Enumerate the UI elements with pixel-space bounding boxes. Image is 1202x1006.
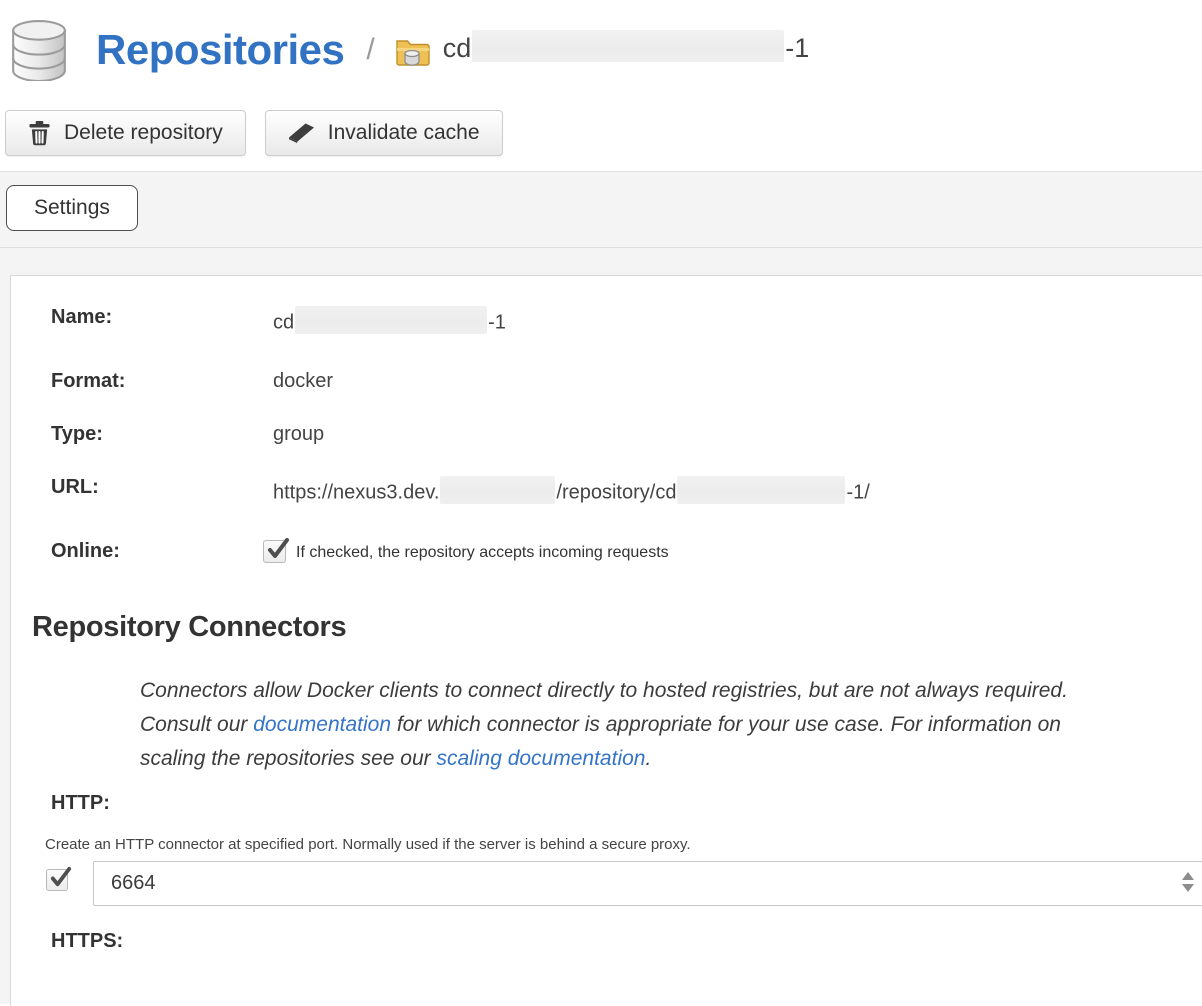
delete-repository-label: Delete repository: [64, 121, 223, 145]
http-label: HTTP:: [51, 792, 1202, 815]
spinner-up-icon[interactable]: [1182, 872, 1194, 880]
repo-toolbar: Delete repository Invalidate cache: [0, 110, 1202, 156]
tab-bar: Settings: [0, 171, 1202, 248]
field-row-format: Format: docker: [51, 370, 1202, 393]
page-title: Repositories: [96, 26, 344, 74]
database-icon: [10, 19, 68, 81]
redacted-text: [472, 30, 784, 62]
delete-repository-button[interactable]: Delete repository: [5, 110, 246, 156]
intro-text-3: .: [645, 747, 651, 770]
checkmark-icon: [265, 536, 291, 562]
field-row-type: Type: group: [51, 423, 1202, 446]
field-row-name: Name: cd -1: [51, 306, 1202, 340]
http-help-text: Create an HTTP connector at specified po…: [45, 836, 1202, 853]
field-row-online: Online: If checked, the repository accep…: [51, 540, 1202, 563]
checkmark-icon: [48, 865, 73, 890]
redacted-text: [677, 476, 845, 504]
spinner-down-icon[interactable]: [1182, 884, 1194, 892]
field-row-url: URL: https://nexus3.dev. /repository/cd -1…: [51, 476, 1202, 510]
online-label: Online:: [51, 540, 273, 563]
invalidate-cache-button[interactable]: Invalidate cache: [265, 110, 503, 156]
url-part-2: /repository/cd: [556, 481, 676, 503]
invalidate-cache-label: Invalidate cache: [328, 121, 480, 145]
number-spinner[interactable]: [1182, 872, 1194, 892]
name-value-suffix: -1: [488, 311, 506, 333]
redacted-text: [440, 476, 555, 504]
url-label: URL:: [51, 476, 273, 499]
breadcrumb-separator: /: [366, 33, 374, 67]
url-part-3: -1/: [846, 481, 869, 503]
https-label: HTTPS:: [51, 930, 1202, 953]
redacted-text: [295, 306, 487, 334]
tab-settings[interactable]: Settings: [6, 185, 138, 231]
type-label: Type:: [51, 423, 273, 446]
eraser-icon: [288, 122, 315, 144]
page-header: Repositories / cd -1: [0, 0, 1202, 86]
trash-icon: [28, 120, 51, 146]
type-value: group: [273, 423, 324, 446]
content-area: Name: cd -1 Format: docker Type: group UR…: [0, 248, 1202, 1004]
format-label: Format:: [51, 370, 273, 393]
name-value-prefix: cd: [273, 311, 294, 333]
scaling-documentation-link[interactable]: scaling documentation: [437, 747, 646, 770]
connectors-intro: Connectors allow Docker clients to conne…: [140, 674, 1108, 776]
documentation-link[interactable]: documentation: [253, 713, 391, 736]
repository-folder-icon: [395, 36, 431, 68]
name-label: Name:: [51, 306, 273, 329]
online-help-text: If checked, the repository accepts incom…: [296, 540, 669, 562]
online-checkbox[interactable]: [263, 540, 286, 563]
format-value: docker: [273, 370, 333, 393]
http-port-row: [46, 861, 1202, 906]
settings-panel: Name: cd -1 Format: docker Type: group UR…: [10, 275, 1202, 1006]
breadcrumb-repo-name: cd -1: [443, 30, 810, 70]
url-part-1: https://nexus3.dev.: [273, 481, 439, 503]
http-enabled-checkbox[interactable]: [46, 869, 68, 891]
name-value: cd -1: [273, 306, 506, 340]
url-value: https://nexus3.dev. /repository/cd -1/: [273, 476, 870, 510]
repo-name-suffix: -1: [785, 33, 809, 63]
repository-connectors-heading: Repository Connectors: [32, 611, 1202, 644]
repo-name-prefix: cd: [443, 33, 472, 63]
http-port-input[interactable]: [93, 861, 1202, 906]
